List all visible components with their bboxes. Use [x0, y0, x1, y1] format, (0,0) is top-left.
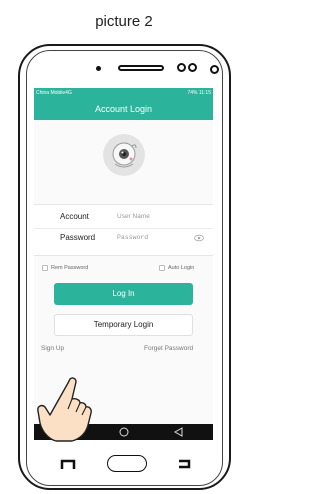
home-icon[interactable] — [119, 427, 129, 437]
forget-password-link[interactable]: Forget Password — [144, 345, 193, 352]
auto-login-checkbox[interactable] — [159, 265, 165, 271]
front-camera — [177, 63, 186, 72]
account-row: Account User Name — [34, 208, 213, 229]
login-form: Account User Name Password Password — [34, 204, 213, 256]
carrier-text: China Mobile4G — [36, 90, 72, 96]
account-input[interactable]: User Name — [117, 213, 150, 220]
front-sensor-dot — [96, 66, 101, 71]
earpiece-speaker — [118, 65, 164, 71]
status-right-info: 74% 11:15 — [187, 90, 211, 96]
account-label: Account — [60, 212, 89, 221]
remember-password-checkbox[interactable] — [42, 265, 48, 271]
password-row: Password Password — [34, 229, 213, 249]
password-input[interactable]: Password — [117, 234, 148, 241]
sign-up-link[interactable]: Sign Up — [41, 345, 64, 352]
login-options: Rem Password Auto Login — [34, 263, 213, 275]
front-camera-2 — [188, 63, 197, 72]
proximity-sensor — [210, 65, 219, 74]
remember-password-label: Rem Password — [51, 265, 89, 271]
page-title: Account Login — [94, 104, 153, 114]
status-bar: China Mobile4G 74% 11:15 — [34, 88, 213, 98]
avatar — [103, 134, 145, 176]
temporary-login-button[interactable]: Temporary Login — [54, 314, 193, 336]
pointing-hand-icon — [37, 377, 92, 442]
password-label: Password — [60, 233, 96, 242]
auto-login-label: Auto Login — [168, 265, 195, 271]
back-icon[interactable] — [174, 427, 183, 437]
login-button[interactable]: Log In — [54, 283, 193, 305]
phone-top-bezel — [0, 0, 248, 88]
eye-icon[interactable] — [194, 234, 204, 242]
app-bar: Account Login — [34, 98, 213, 120]
